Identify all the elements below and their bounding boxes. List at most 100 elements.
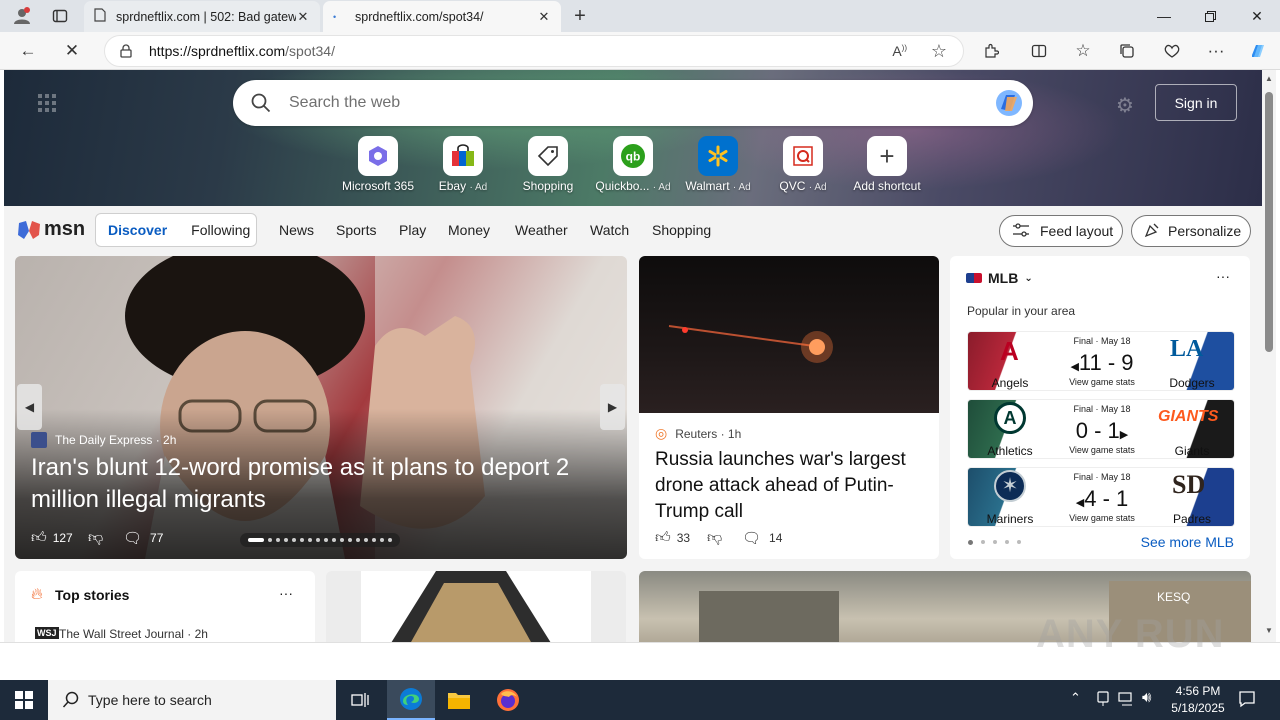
nav-money[interactable]: Money — [448, 222, 490, 238]
site-info-icon[interactable] — [119, 44, 133, 63]
read-aloud-icon[interactable]: A)) — [892, 43, 907, 59]
taskbar-search-input[interactable]: Type here to search — [88, 692, 212, 708]
main-story-card[interactable]: ◀ ▶ The Daily Express · 2h Iran's blunt … — [15, 256, 627, 559]
stop-loading-icon[interactable]: ✕ — [57, 37, 87, 65]
taskbar-search-box[interactable]: Type here to search — [48, 680, 336, 720]
second-story-card[interactable]: ◎ Reuters · 1h Russia launches war's lar… — [639, 256, 939, 559]
top-stories-more-icon[interactable]: ··· — [279, 585, 293, 601]
tab-spot34[interactable]: • sprdneftlix.com/spot34/ ✕ — [323, 1, 561, 32]
mlb-more-icon[interactable]: ··· — [1216, 268, 1230, 284]
web-search-bar[interactable]: Search the web — [233, 80, 1033, 126]
add-shortcut-button[interactable]: + Add shortcut — [847, 136, 927, 193]
system-clock[interactable]: 4:56 PM 5/18/2025 — [1168, 683, 1228, 717]
top-stories-title[interactable]: Top stories — [55, 587, 129, 603]
file-explorer-icon[interactable] — [435, 680, 483, 720]
nav-weather[interactable]: Weather — [515, 222, 568, 238]
see-more-mlb-link[interactable]: See more MLB — [1141, 534, 1234, 550]
shortcut-walmart[interactable]: Walmart · Ad — [678, 136, 758, 193]
nav-watch[interactable]: Watch — [590, 222, 629, 238]
scroll-up-icon[interactable]: ▲ — [1265, 74, 1273, 83]
like-button[interactable]: 👍︎ 127 — [31, 529, 73, 547]
new-tab-button[interactable]: + — [566, 4, 594, 28]
nav-shopping[interactable]: Shopping — [652, 222, 711, 238]
notifications-icon[interactable] — [1238, 690, 1256, 713]
address-bar[interactable]: https://sprdneftlix.com/spot34/ A)) ☆ — [104, 35, 964, 67]
source-name[interactable]: Reuters — [675, 427, 717, 441]
more-options-icon[interactable]: ··· — [1201, 37, 1231, 65]
feed-layout-button[interactable]: Feed layout — [999, 215, 1123, 247]
tab-bad-gateway[interactable]: sprdneftlix.com | 502: Bad gatew ✕ — [84, 1, 320, 32]
team-left-logo: A Athletics — [968, 400, 1052, 458]
giants-logo-icon: GIANTS — [1158, 408, 1219, 425]
story-headline[interactable]: Russia launches war's largest drone atta… — [655, 447, 925, 525]
story-headline[interactable]: Iran's blunt 12-word promise as it plans… — [31, 452, 606, 516]
comments-button[interactable]: 🗨︎ 77 — [123, 529, 163, 547]
sign-in-button[interactable]: Sign in — [1155, 84, 1237, 121]
back-icon[interactable]: ← — [13, 37, 43, 65]
personalize-button[interactable]: Personalize — [1131, 215, 1251, 247]
top-story-source[interactable]: The Wall Street Journal · 2h — [59, 627, 208, 641]
view-game-stats-link[interactable]: View game stats — [1052, 513, 1152, 523]
favorites-icon[interactable]: ☆ — [1068, 37, 1098, 65]
dislike-icon[interactable]: 👎︎ — [707, 529, 722, 547]
view-game-stats-link[interactable]: View game stats — [1052, 377, 1152, 387]
settings-gear-icon[interactable]: ⚙ — [1116, 93, 1134, 118]
laptop-ad-card[interactable] — [326, 571, 626, 642]
segment-discover[interactable]: Discover — [108, 222, 167, 238]
extensions-icon[interactable] — [976, 37, 1006, 65]
segment-following[interactable]: Following — [191, 222, 250, 238]
carousel-prev-button[interactable]: ◀ — [17, 384, 42, 430]
shortcut-quickbooks[interactable]: qb Quickbo... · Ad — [593, 136, 673, 193]
page-scrollbar[interactable]: ▲ ▼ — [1262, 70, 1276, 642]
restore-button[interactable] — [1187, 0, 1233, 32]
apps-launcher-icon[interactable] — [38, 94, 56, 117]
close-window-button[interactable]: ✕ — [1234, 0, 1280, 32]
url-path: /spot34/ — [285, 43, 335, 59]
search-input[interactable]: Search the web — [289, 94, 400, 112]
copilot-icon[interactable] — [1243, 37, 1273, 65]
show-hidden-icons[interactable]: ⌃ — [1070, 690, 1081, 706]
network-device-icon[interactable] — [1096, 691, 1110, 712]
shortcut-shopping[interactable]: Shopping — [508, 136, 588, 193]
volume-icon[interactable]: 🔊︎ — [1142, 689, 1151, 706]
game-row[interactable]: ✶ Mariners Final · May 18 ◀4 - 1 View ga… — [967, 467, 1235, 527]
nav-sports[interactable]: Sports — [336, 222, 376, 238]
minimize-button[interactable]: — — [1141, 0, 1187, 32]
shortcut-qvc[interactable]: QVC · Ad — [763, 136, 843, 193]
like-button[interactable]: 👍︎ 33 — [655, 529, 690, 547]
scroll-down-icon[interactable]: ▼ — [1265, 626, 1273, 635]
dislike-icon[interactable]: 👎︎ — [88, 529, 103, 547]
edge-taskbar-icon[interactable] — [387, 680, 435, 720]
svg-text:KESQ: KESQ — [1157, 590, 1190, 604]
game-row[interactable]: A Angels Final · May 18 ◀11 - 9 View gam… — [967, 331, 1235, 391]
tab-close-icon[interactable]: ✕ — [296, 9, 310, 25]
team-left-name: Athletics — [987, 444, 1033, 458]
shortcut-microsoft365[interactable]: Microsoft 365 — [338, 136, 418, 193]
carousel-next-button[interactable]: ▶ — [600, 384, 625, 430]
scrollbar-thumb[interactable] — [1265, 92, 1273, 352]
comments-button[interactable]: 🗨︎ 14 — [742, 529, 782, 547]
shortcut-ebay[interactable]: Ebay · Ad — [423, 136, 503, 193]
nav-news[interactable]: News — [279, 222, 314, 238]
tab-actions-icon[interactable] — [46, 4, 74, 28]
game-row[interactable]: A Athletics Final · May 18 0 - 1▶ View g… — [967, 399, 1235, 459]
collections-icon[interactable] — [1112, 37, 1142, 65]
source-name[interactable]: The Daily Express — [55, 433, 152, 447]
view-game-stats-link[interactable]: View game stats — [1052, 445, 1152, 455]
windows-start-icon[interactable] — [0, 680, 48, 720]
shortcut-label: Add shortcut — [853, 179, 921, 193]
network-icon[interactable] — [1118, 691, 1136, 712]
profile-icon[interactable] — [8, 4, 36, 28]
nav-play[interactable]: Play — [399, 222, 426, 238]
task-view-icon[interactable] — [336, 680, 384, 720]
shortcut-label: Microsoft 365 — [341, 179, 415, 193]
mlb-title: MLB — [988, 270, 1019, 286]
split-screen-icon[interactable] — [1024, 37, 1054, 65]
mlb-header[interactable]: MLB ⌄ — [966, 270, 1033, 286]
msn-logo[interactable]: msn — [16, 218, 85, 241]
favorite-star-icon[interactable]: ☆ — [931, 41, 947, 62]
browser-essentials-icon[interactable] — [1157, 37, 1187, 65]
firefox-icon[interactable] — [484, 680, 532, 720]
tab-close-icon[interactable]: ✕ — [537, 9, 551, 25]
copilot-search-icon[interactable] — [993, 87, 1025, 124]
